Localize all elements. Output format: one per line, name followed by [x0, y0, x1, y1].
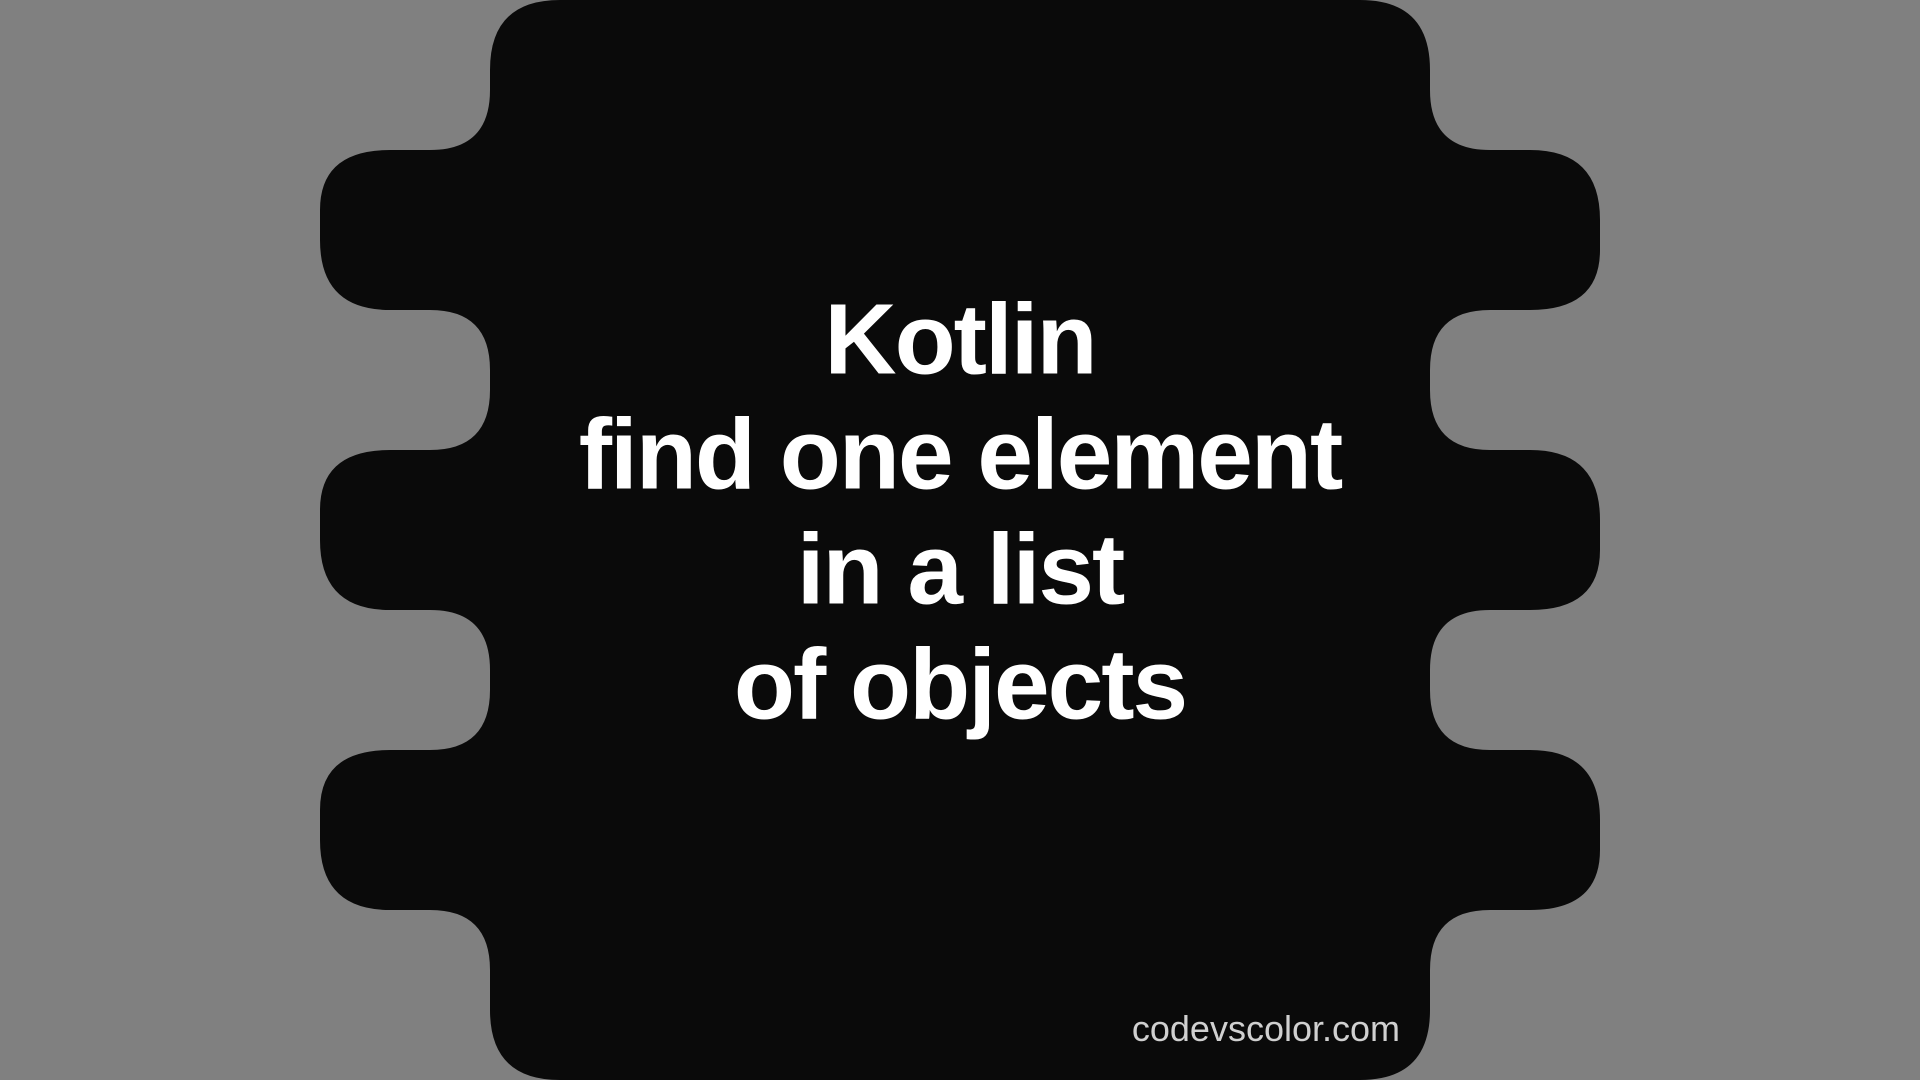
title-line-2: find one element [210, 397, 1710, 512]
watermark-text: codevscolor.com [1132, 1008, 1400, 1050]
graphic-container: Kotlin find one element in a list of obj… [210, 0, 1710, 1080]
title-line-4: of objects [210, 627, 1710, 742]
title-content: Kotlin find one element in a list of obj… [210, 282, 1710, 742]
title-line-3: in a list [210, 512, 1710, 627]
title-line-1: Kotlin [210, 282, 1710, 397]
